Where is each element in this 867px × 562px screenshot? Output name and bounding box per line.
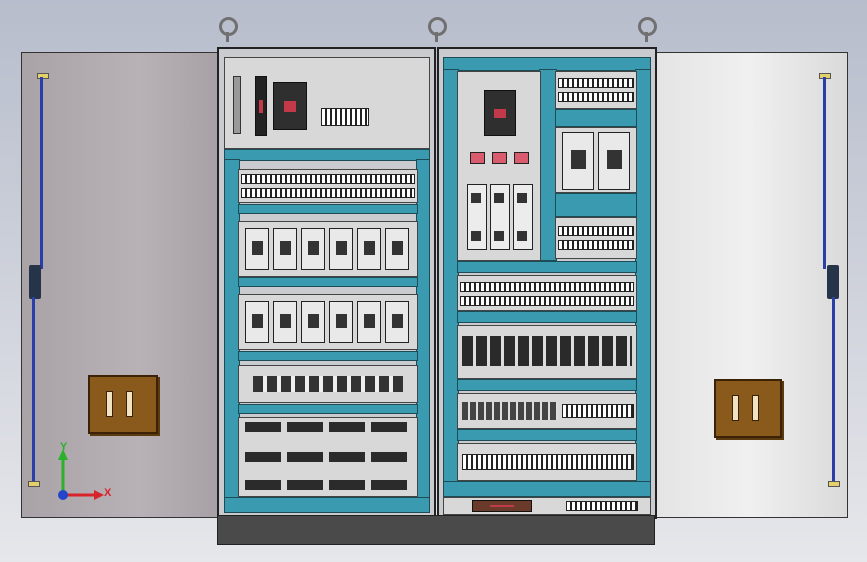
right-cabinet-bay — [437, 47, 657, 519]
rod-bottom-cap — [828, 481, 840, 487]
fuse-holder — [490, 184, 510, 250]
rod-bottom-cap — [28, 481, 40, 487]
top-mounting-plate — [224, 57, 430, 149]
terminal-row-right — [457, 275, 637, 311]
right-cabinet-door — [652, 52, 848, 518]
left-cabinet-bay — [217, 47, 436, 519]
relay-row-right — [457, 325, 637, 379]
lifting-eye-right — [638, 17, 657, 36]
x-axis-label: X — [104, 487, 112, 499]
terminal-block-top — [555, 71, 637, 109]
ground-busbar — [472, 500, 532, 512]
busbar — [255, 76, 267, 136]
fuse-holder — [513, 184, 533, 250]
door-handle-right[interactable] — [714, 379, 782, 438]
door-latch — [29, 265, 41, 299]
main-breaker-right — [484, 90, 516, 136]
cabinet-plinth — [217, 515, 655, 545]
left-cabinet-door — [21, 52, 219, 518]
door-latch — [827, 265, 839, 299]
relay-row-1 — [238, 221, 418, 277]
terminal-group — [321, 108, 369, 126]
y-axis-label: Y — [60, 441, 68, 453]
terminal-block-mid — [555, 217, 637, 259]
relay-row-2 — [238, 294, 418, 350]
io-module-row — [238, 365, 418, 403]
power-section — [457, 71, 541, 261]
lifting-eye-center — [428, 17, 447, 36]
fuse-holder — [467, 184, 487, 250]
locking-rod-top — [40, 77, 43, 269]
connector-rows — [238, 417, 418, 497]
lifting-eye-left — [219, 17, 238, 36]
main-breaker — [273, 82, 307, 130]
door-handle-left[interactable] — [88, 375, 158, 434]
locking-rod-top — [823, 77, 826, 269]
locking-rod-bottom — [832, 297, 835, 483]
connector-row-right — [457, 393, 637, 429]
rod-top-cap — [37, 73, 49, 79]
origin-marker — [58, 490, 68, 500]
ground-bar-area — [443, 497, 651, 515]
terminal-strip-bottom — [457, 443, 637, 481]
terminal-row-1 — [238, 169, 418, 203]
power-supplies — [555, 127, 637, 193]
locking-rod-bottom — [32, 297, 35, 483]
